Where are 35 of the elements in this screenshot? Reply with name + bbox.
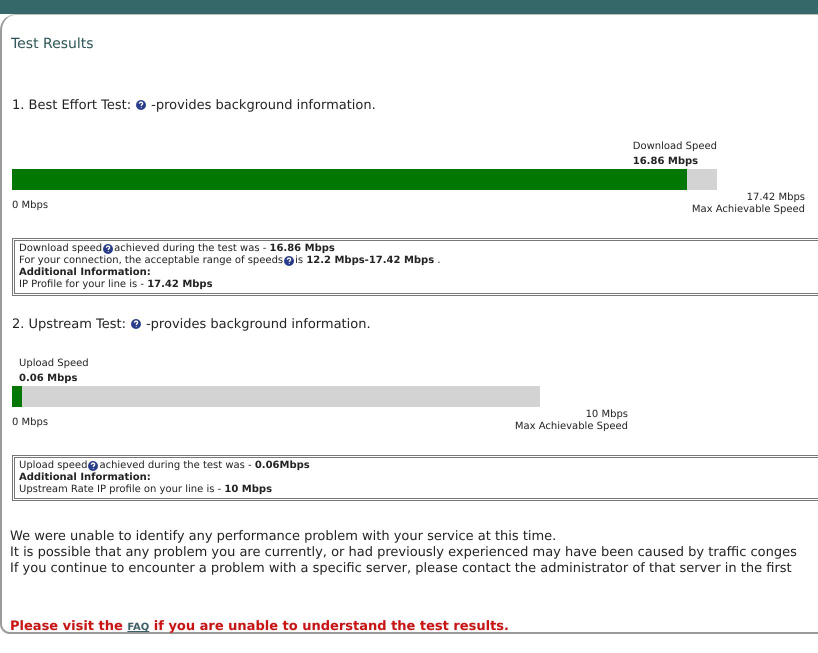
summary-text: We were unable to identify any performance problem with your service at this time. bbox=[10, 529, 558, 545]
info-text: For your connection, the acceptable range of speeds bbox=[19, 255, 284, 267]
page-title: Test Results bbox=[11, 35, 95, 53]
help-description: -provides background information. bbox=[151, 98, 376, 112]
info-text: achieved during the test was - 16.86 Mbps bbox=[114, 243, 335, 255]
info-text: Download speed bbox=[19, 243, 102, 255]
help-icon[interactable] bbox=[136, 100, 146, 110]
faq-notice: Please visit the FAQ if you are unable to understand the test results. bbox=[10, 619, 510, 634]
info-heading: Additional Information: bbox=[19, 267, 151, 279]
max-speed-caption: Max Achievable Speed bbox=[692, 204, 805, 216]
test-heading: 1. Best Effort Test: bbox=[12, 98, 132, 112]
faq-link[interactable]: FAQ bbox=[127, 622, 150, 633]
help-icon[interactable] bbox=[88, 461, 98, 471]
summary-text: If you continue to encounter a problem with a specific server, please contact the administrator of that server in the first bbox=[10, 561, 793, 577]
help-icon[interactable] bbox=[284, 256, 294, 266]
info-heading: Additional Information: bbox=[19, 472, 151, 484]
info-text: Upload speed bbox=[19, 460, 88, 472]
speed-value: 16.86 Mbps bbox=[632, 155, 700, 169]
help-description: -provides background information. bbox=[146, 316, 371, 332]
help-icon[interactable] bbox=[103, 244, 114, 254]
speed-label: Download Speed bbox=[632, 141, 717, 152]
info-text: achieved during the test was - 0.06Mbps bbox=[99, 460, 310, 472]
scale-max: 10 Mbps bbox=[584, 409, 628, 421]
help-icon[interactable] bbox=[130, 319, 141, 329]
speed-label: Upload Speed bbox=[19, 358, 89, 369]
test-heading: 2. Upstream Test: bbox=[12, 316, 126, 332]
info-text: IP Profile for your line is - 17.42 Mbps bbox=[19, 279, 213, 291]
speed-value: 0.06 Mbps bbox=[19, 372, 78, 386]
info-text: is 12.2 Mbps-17.42 Mbps . bbox=[295, 255, 441, 267]
scale-min: 0 Mbps bbox=[12, 199, 48, 213]
summary-text: It is possible that any problem you are currently, or had previously experienced may have been caused by traffic conges bbox=[10, 545, 798, 561]
scale-min: 0 Mbps bbox=[12, 416, 48, 430]
info-text: Upstream Rate IP profile on your line is - 10 Mbps bbox=[19, 484, 272, 496]
scale-max: 17.42 Mbps bbox=[746, 192, 805, 204]
max-speed-caption: Max Achievable Speed bbox=[514, 421, 628, 433]
